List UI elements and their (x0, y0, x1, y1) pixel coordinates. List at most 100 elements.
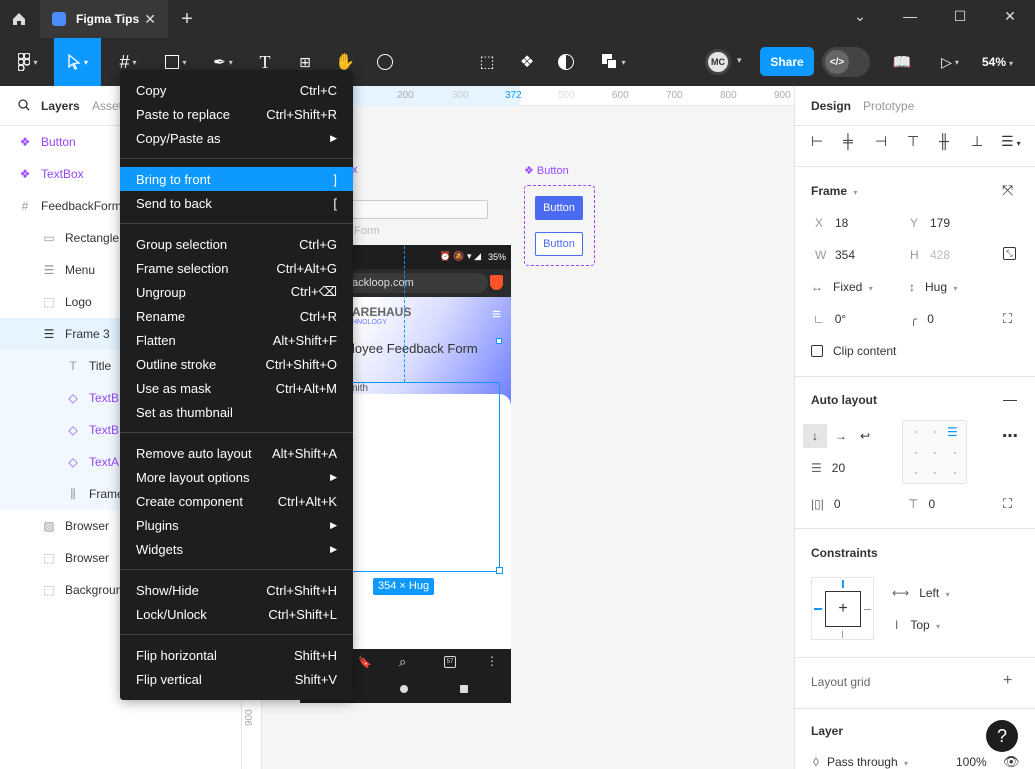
rotation-field[interactable]: ∟ 0° (813, 312, 846, 326)
comment-tool-button[interactable] (372, 38, 398, 86)
width-field[interactable]: W 354 (815, 248, 855, 262)
search-icon[interactable]: ⌕ (399, 654, 406, 670)
chevron-down-icon[interactable]: ⌄ (849, 8, 871, 25)
add-layout-grid-icon[interactable]: + (1003, 672, 1012, 690)
menu-item-ungroup[interactable]: Ungroup Ctrl+⌫ (120, 280, 353, 304)
zoom-level[interactable]: 54% ▾ (982, 55, 1013, 69)
width-mode-dropdown[interactable]: ↔ Fixed ▾ (811, 280, 873, 294)
menu-item-widgets[interactable]: Widgets ▶ (120, 537, 353, 561)
y-field[interactable]: Y 179 (910, 216, 950, 230)
menu-item-plugins[interactable]: Plugins ▶ (120, 513, 353, 537)
brave-shield-icon[interactable] (490, 275, 503, 290)
help-button[interactable]: ? (986, 720, 1018, 752)
menu-item-send-to-back[interactable]: Send to back [ (120, 191, 353, 215)
align-left-icon[interactable]: ⊢ (811, 133, 823, 150)
button-component-label[interactable]: ❖ Button (524, 164, 569, 177)
button-secondary[interactable]: Button (535, 232, 583, 256)
close-window-button[interactable]: ✕ (999, 8, 1021, 25)
constrain-proportions-icon[interactable]: ⤡ (1003, 247, 1016, 260)
textbox-preview[interactable] (342, 200, 488, 219)
file-tab[interactable]: Figma Tips ✕ (40, 0, 168, 38)
menu-item-bring-to-front[interactable]: Bring to front] (120, 167, 353, 191)
dev-mode-toggle[interactable]: </> (822, 47, 870, 77)
align-center-v-icon[interactable]: ╫ (939, 133, 949, 149)
independent-corners-icon[interactable]: ⛶ (1003, 311, 1012, 327)
menu-item-lock-unlock[interactable]: Lock/Unlock Ctrl+Shift+L (120, 602, 353, 626)
button-primary[interactable]: Button (535, 196, 583, 220)
align-center-h-icon[interactable]: ╪ (843, 133, 853, 149)
menu-item-frame-selection[interactable]: Frame selection Ctrl+Alt+G (120, 256, 353, 280)
eye-icon[interactable]: 👁 (1003, 754, 1020, 769)
height-mode-dropdown[interactable]: ↕ Hug ▾ (909, 280, 957, 294)
close-tab-icon[interactable]: ✕ (144, 11, 156, 28)
direction-vertical-button[interactable]: ↓ (803, 424, 827, 448)
gap-field[interactable]: ☰ 20 (811, 461, 845, 475)
horizontal-constraint-dropdown[interactable]: ⟷ Left ▾ (892, 586, 950, 600)
more-options-icon[interactable]: ⋯ (1002, 426, 1018, 446)
align-bottom-icon[interactable]: ⊥ (971, 133, 983, 150)
menu-item-flip-horizontal[interactable]: Flip horizontal Shift+H (120, 643, 353, 667)
component-tool-button[interactable]: ❖ (514, 38, 540, 86)
menu-item-remove-auto-layout[interactable]: Remove auto layout Alt+Shift+A (120, 441, 353, 465)
grid-tool-button[interactable]: ⬚ (474, 38, 500, 86)
blend-mode-dropdown[interactable]: ◊ Pass through ▾ (813, 755, 908, 769)
home-nav-icon[interactable] (400, 685, 408, 693)
alignment-grid[interactable]: ☰ (902, 420, 967, 484)
tab-layers[interactable]: Layers (41, 99, 80, 113)
direction-horizontal-button[interactable]: → (829, 424, 853, 448)
menu-item-flatten[interactable]: Flatten Alt+Shift+F (120, 328, 353, 352)
library-button[interactable]: 📖 (889, 38, 915, 86)
tabs-icon[interactable]: 57 (444, 656, 456, 668)
menu-item-use-as-mask[interactable]: Use as mask Ctrl+Alt+M (120, 376, 353, 400)
tab-design[interactable]: Design (811, 99, 851, 113)
main-menu-button[interactable]: ▾ (10, 38, 46, 86)
menu-item-flip-vertical[interactable]: Flip vertical Shift+V (120, 667, 353, 691)
selection-handle[interactable] (496, 567, 503, 574)
individual-padding-icon[interactable]: ⛶ (1003, 496, 1012, 512)
distribute-icon[interactable]: ☰ ▾ (1001, 133, 1021, 150)
recent-nav-icon[interactable] (460, 685, 468, 693)
menu-item-copy-paste-as[interactable]: Copy/Paste as ▶ (120, 126, 353, 150)
boolean-ops-button[interactable]: ▾ (594, 38, 634, 86)
bookmark-icon[interactable]: 🔖 (358, 656, 372, 669)
radius-field[interactable]: ╭ 0 (910, 312, 934, 326)
align-top-icon[interactable]: ⊤ (907, 133, 919, 150)
contrast-button[interactable] (553, 38, 579, 86)
menu-item-group-selection[interactable]: Group selection Ctrl+G (120, 232, 353, 256)
constraints-widget[interactable]: + (811, 577, 874, 640)
menu-item-show-hide[interactable]: Show/Hide Ctrl+Shift+H (120, 578, 353, 602)
hamburger-menu-icon[interactable]: ≡ (492, 306, 501, 323)
resize-to-fit-icon[interactable]: ⤧ (1002, 182, 1013, 199)
opacity-field[interactable]: 100% (956, 755, 987, 769)
horizontal-padding-field[interactable]: |▯| 0 (811, 497, 841, 511)
wrap-button[interactable]: ↩ (853, 424, 877, 448)
menu-item-set-as-thumbnail[interactable]: Set as thumbnail (120, 400, 353, 424)
menu-item-more-layout-options[interactable]: More layout options ▶ (120, 465, 353, 489)
clip-content-checkbox[interactable]: Clip content (811, 344, 896, 358)
home-button[interactable] (0, 0, 38, 38)
search-icon[interactable] (18, 99, 30, 114)
present-button[interactable]: ▷ ▾ (932, 38, 968, 86)
menu-item-paste-to-replace[interactable]: Paste to replace Ctrl+Shift+R (120, 102, 353, 126)
vertical-constraint-dropdown[interactable]: I Top ▾ (895, 618, 940, 632)
height-field[interactable]: H 428 (910, 248, 950, 262)
menu-item-create-component[interactable]: Create component Ctrl+Alt+K (120, 489, 353, 513)
menu-item-rename[interactable]: Rename Ctrl+R (120, 304, 353, 328)
menu-item-copy[interactable]: Copy Ctrl+C (120, 78, 353, 102)
tab-prototype[interactable]: Prototype (863, 99, 914, 113)
align-right-icon[interactable]: ⊣ (875, 133, 887, 150)
x-field[interactable]: X 18 (815, 216, 848, 230)
minimize-button[interactable]: — (899, 8, 921, 24)
avatar[interactable]: MC (705, 49, 731, 75)
maximize-button[interactable]: ☐ (949, 8, 971, 25)
remove-auto-layout-icon[interactable]: — (1003, 391, 1017, 407)
frame-section-title[interactable]: Frame ▾ (811, 184, 857, 198)
share-button[interactable]: Share (760, 47, 814, 76)
selection-handle[interactable] (496, 338, 502, 344)
move-tool-button[interactable]: ▾ (54, 38, 101, 86)
more-icon[interactable]: ⋮ (486, 654, 498, 668)
vertical-padding-field[interactable]: ⊤ 0 (908, 497, 935, 511)
chevron-down-icon[interactable]: ▾ (737, 55, 742, 66)
new-tab-button[interactable]: + (176, 8, 198, 31)
menu-item-outline-stroke[interactable]: Outline stroke Ctrl+Shift+O (120, 352, 353, 376)
